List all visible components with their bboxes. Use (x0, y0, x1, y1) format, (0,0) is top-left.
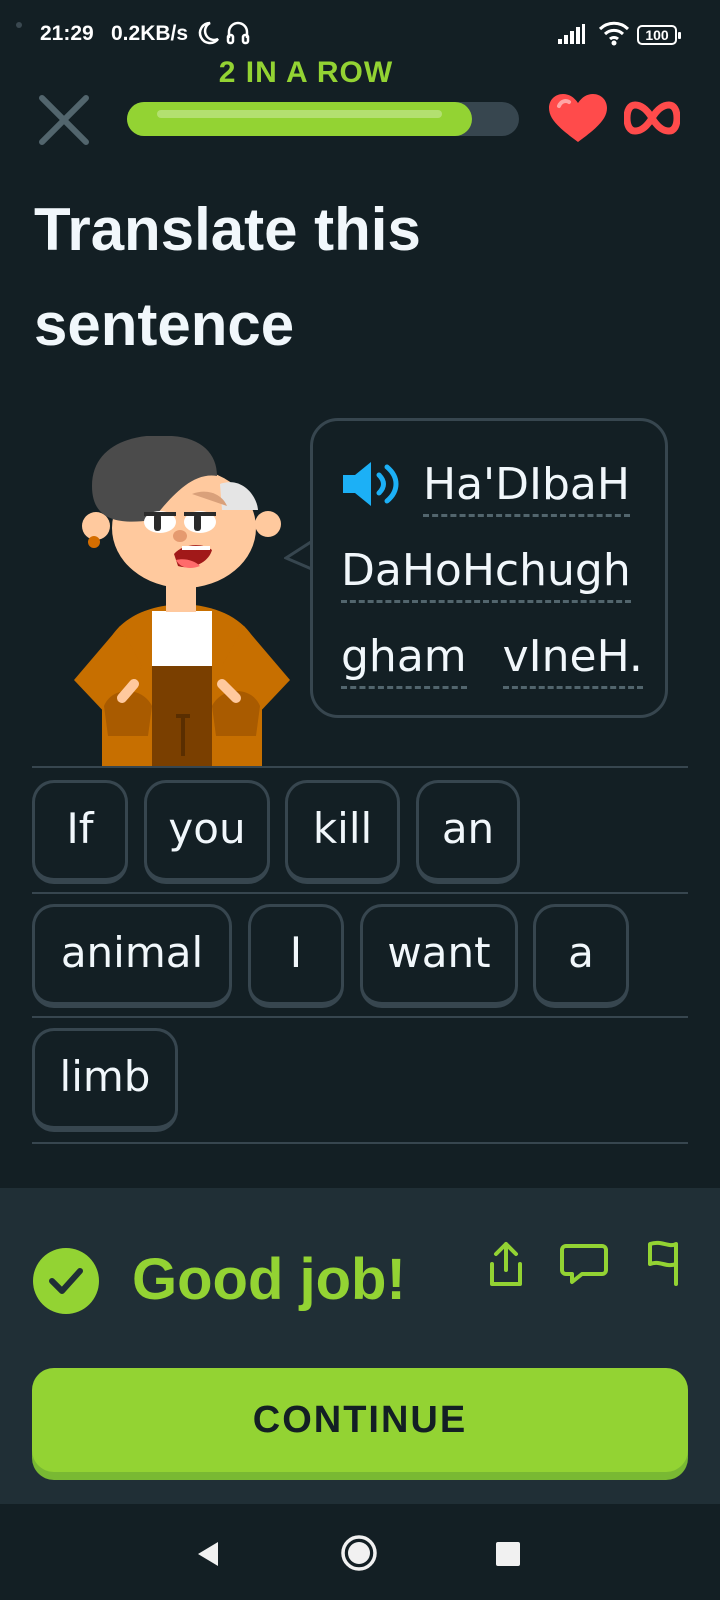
close-icon[interactable] (36, 92, 92, 148)
check-icon (33, 1248, 99, 1314)
status-bar: 21:29 0.2KB/s 100 (0, 0, 720, 60)
infinity-icon (624, 101, 680, 135)
word-chip[interactable]: If (32, 780, 128, 884)
word-chip[interactable]: you (144, 780, 270, 884)
recent-apps-icon[interactable] (496, 1542, 520, 1566)
word-chip[interactable]: I (248, 904, 344, 1008)
word-chip[interactable]: an (416, 780, 520, 884)
battery-level: 100 (645, 27, 669, 43)
wifi-icon (598, 21, 630, 46)
network-speed: 0.2KB/s (111, 22, 189, 45)
prompt-line-2: DaHoHchugh (341, 545, 631, 603)
feedback-message: Good job! (132, 1247, 406, 1312)
prompt-line-3: gham vIneH. (341, 631, 643, 689)
answer-line (32, 1016, 688, 1018)
prompt-word[interactable]: gham (341, 631, 467, 689)
lesson-progress-fill (127, 102, 472, 136)
notification-dot (16, 22, 22, 28)
flag-icon[interactable] (642, 1238, 682, 1286)
word-chip[interactable]: kill (285, 780, 400, 884)
character-avatar (74, 436, 290, 766)
streak-label: 2 IN A ROW (218, 56, 394, 89)
speech-bubble: Ha'DIbaH DaHoHchugh gham vIneH. (310, 418, 668, 718)
speaker-icon[interactable] (341, 459, 405, 509)
page-title: Translate this sentence (34, 196, 421, 358)
battery-icon: 100 (637, 25, 681, 45)
lesson-progress-bar (127, 102, 519, 136)
feedback-panel: Good job! CONTINUE (0, 1188, 720, 1504)
answer-line (32, 892, 688, 894)
word-chip[interactable]: animal (32, 904, 232, 1008)
prompt-word[interactable]: vIneH. (502, 631, 643, 689)
prompt-line-1: Ha'DIbaH (423, 459, 630, 517)
answer-line (32, 1142, 688, 1144)
heart-icon[interactable] (549, 94, 607, 144)
moon-icon (198, 21, 219, 45)
signal-icon (558, 24, 585, 44)
headset-icon (226, 21, 250, 45)
home-icon[interactable] (340, 1534, 378, 1572)
continue-button[interactable]: CONTINUE (32, 1368, 688, 1472)
word-chip[interactable]: limb (32, 1028, 178, 1132)
system-nav-bar (0, 1504, 720, 1600)
word-chip[interactable]: want (360, 904, 518, 1008)
prompt-word[interactable]: Ha'DIbaH (423, 459, 630, 517)
progress-shine (157, 110, 442, 118)
status-time: 21:29 (40, 22, 94, 45)
prompt-word[interactable]: DaHoHchugh (341, 545, 631, 603)
word-chip[interactable]: a (533, 904, 629, 1008)
answer-line (32, 766, 688, 768)
back-icon[interactable] (196, 1540, 220, 1568)
share-icon[interactable] (486, 1240, 526, 1288)
comment-icon[interactable] (560, 1242, 608, 1286)
